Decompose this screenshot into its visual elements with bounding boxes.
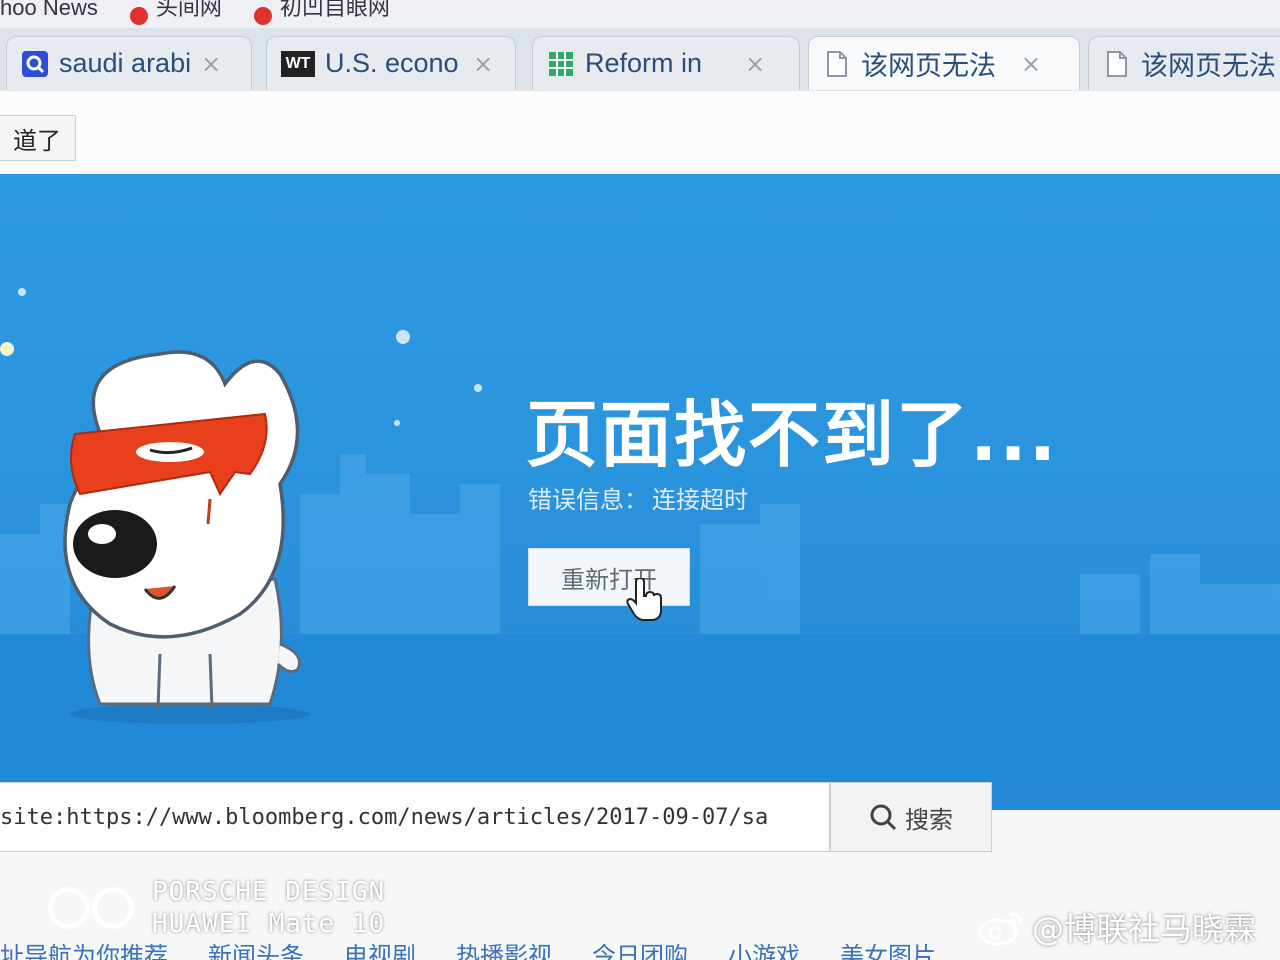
- search-button[interactable]: 搜索: [830, 782, 992, 852]
- search-area: site:https://www.bloomberg.com/news/arti…: [0, 782, 1280, 852]
- camera-watermark: PORSCHE DESIGN HUAWEI Mate 10: [48, 876, 385, 940]
- search-input[interactable]: site:https://www.bloomberg.com/news/arti…: [0, 782, 830, 852]
- bookmark-label: 头间网: [155, 0, 222, 20]
- error-info: 错误信息： 连接超时: [528, 480, 748, 515]
- panel-edge: [992, 782, 1280, 810]
- camera-model-line: HUAWEI Mate 10: [152, 909, 386, 939]
- bookmark-site-3[interactable]: 初凹自眼网: [253, 0, 390, 28]
- link-item[interactable]: 电视剧: [344, 944, 416, 960]
- decor-dot: [396, 330, 410, 344]
- tab-label: 该网页无法: [1141, 51, 1276, 81]
- mascot-dog-illustration: [63, 350, 301, 710]
- decor-dot: [18, 288, 26, 296]
- close-icon[interactable]: ×: [473, 50, 493, 78]
- error-info-label: 错误信息：: [528, 486, 648, 514]
- tab-label: U.S. econo: [325, 48, 459, 78]
- error-panel: 页面找不到了... 错误信息： 连接超时 重新打开: [0, 174, 1280, 810]
- tab-us-economy[interactable]: WT U.S. econo ×: [266, 36, 516, 90]
- decor-dot: [474, 384, 482, 392]
- close-icon[interactable]: ×: [745, 50, 765, 78]
- search-icon: [870, 804, 897, 831]
- error-info-detail: 连接超时: [652, 486, 748, 514]
- dismiss-notice-button[interactable]: 道了: [0, 115, 76, 161]
- camera-brand-line: PORSCHE DESIGN: [152, 877, 386, 907]
- close-icon[interactable]: ×: [1021, 50, 1041, 78]
- recommended-links: 址导航为你推荐 新闻头条 电视剧 热播影视 今日团购 小游戏 美女图片: [0, 944, 1280, 960]
- bookmark-site-2[interactable]: 头间网: [129, 0, 222, 28]
- page-icon: [1103, 50, 1131, 77]
- hand-cursor-icon: [626, 578, 662, 621]
- decor-dot: [394, 420, 400, 426]
- page-icon: [823, 50, 851, 77]
- tab-saudi-arabia[interactable]: saudi arabi ×: [6, 36, 252, 90]
- tab-label: 该网页无法: [861, 51, 996, 81]
- link-item[interactable]: 热播影视: [456, 944, 552, 960]
- decor-dot: [0, 342, 14, 356]
- tab-page-error-2[interactable]: 该网页无法: [1088, 36, 1280, 90]
- bookmark-news[interactable]: hoo News: [0, 0, 98, 28]
- tab-strip: saudi arabi × WT U.S. econo × Reform in …: [0, 28, 1280, 90]
- notification-bar: 道了: [0, 90, 1280, 174]
- link-item[interactable]: 美女图片: [840, 944, 936, 960]
- tab-page-error-active[interactable]: 该网页无法 ×: [808, 36, 1080, 90]
- camera-logo-icon: [48, 887, 134, 929]
- camera-watermark-text: PORSCHE DESIGN HUAWEI Mate 10: [152, 876, 385, 940]
- close-icon[interactable]: ×: [201, 50, 221, 78]
- site-favicon-icon: [129, 7, 148, 25]
- grid-icon: [547, 51, 575, 77]
- weibo-logo-icon: [978, 912, 1022, 946]
- link-item[interactable]: 小游戏: [728, 944, 800, 960]
- search-button-label: 搜索: [905, 805, 953, 834]
- tab-label: saudi arabi: [59, 48, 191, 78]
- link-item[interactable]: 今日团购: [592, 944, 688, 960]
- bookmark-label: 初凹自眼网: [279, 0, 390, 20]
- bookmarks-bar: hoo News 头间网 初凹自眼网: [0, 0, 1280, 28]
- bookmark-label: hoo News: [0, 0, 98, 20]
- tab-label: Reform in: [585, 48, 703, 78]
- link-item[interactable]: 新闻头条: [208, 944, 304, 960]
- site-favicon-icon: [253, 7, 272, 25]
- reopen-button[interactable]: 重新打开: [528, 548, 690, 606]
- search-icon: [21, 50, 49, 77]
- error-title: 页面找不到了...: [526, 393, 1059, 477]
- wt-icon: WT: [281, 50, 315, 77]
- link-item[interactable]: 址导航为你推荐: [0, 944, 168, 960]
- tab-reform[interactable]: Reform in ×: [532, 36, 800, 90]
